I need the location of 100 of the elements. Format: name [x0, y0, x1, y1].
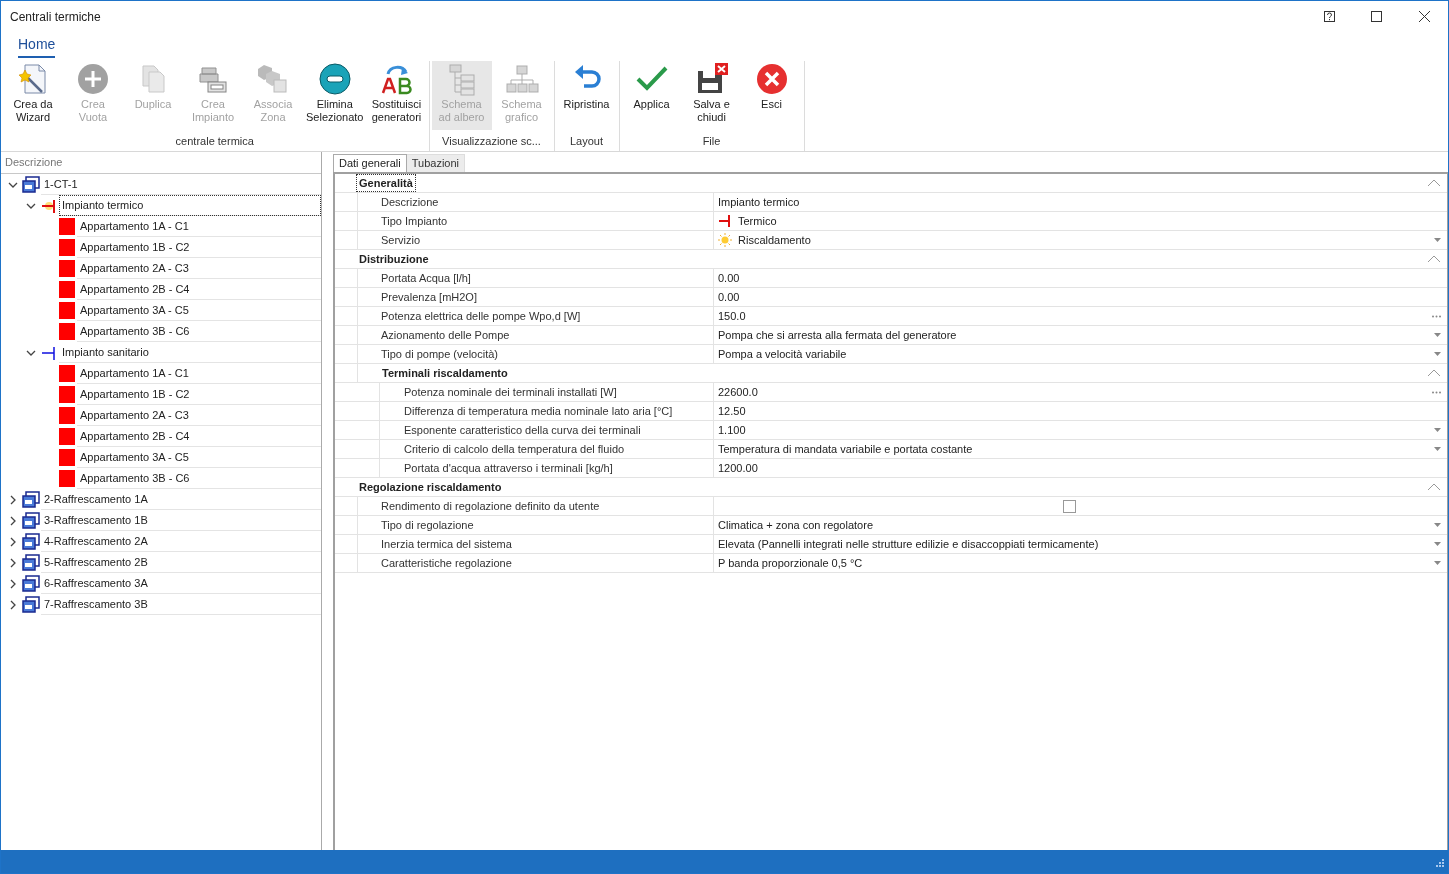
property-value[interactable]: 0.00	[718, 269, 1441, 287]
tree-item[interactable]: 1-CT-1	[41, 174, 321, 195]
expand-chevron-icon[interactable]	[8, 557, 18, 568]
tree-item[interactable]: Appartamento 3A - C5	[77, 300, 321, 321]
property-label: Descrizione	[357, 193, 714, 211]
dropdown-arrow-icon[interactable]	[1434, 428, 1441, 432]
building-block-icon	[22, 596, 40, 613]
property-label: Azionamento delle Pompe	[357, 326, 714, 344]
help-icon[interactable]	[1324, 11, 1335, 22]
property-label: Portata Acqua [l/h]	[357, 269, 714, 287]
property-label: Potenza nominale dei terminali installati [W]	[379, 383, 714, 401]
ribbon-button[interactable]: Sostituisci generatori	[366, 61, 427, 130]
ribbon-button[interactable]: Salva e chiudi	[681, 61, 742, 130]
section-header[interactable]: Distribuzione	[357, 250, 431, 268]
expand-chevron-icon[interactable]	[8, 578, 18, 589]
ribbon-group-label: File	[701, 134, 722, 149]
property-value[interactable]: 0.00	[718, 288, 1441, 306]
property-value[interactable]: Termico	[738, 212, 1441, 230]
tree-item[interactable]: 6-Raffrescamento 3A	[41, 573, 321, 594]
zone-square-icon	[59, 260, 75, 277]
property-label: Potenza elettrica delle pompe Wpo,d [W]	[357, 307, 714, 325]
ribbon-group-label: centrale termica	[174, 134, 255, 149]
checkbox[interactable]	[1063, 499, 1076, 513]
tree-item[interactable]: 5-Raffrescamento 2B	[41, 552, 321, 573]
expand-chevron-icon[interactable]	[8, 599, 18, 610]
tree-item[interactable]: 7-Raffrescamento 3B	[41, 594, 321, 615]
tree-item[interactable]: Appartamento 3B - C6	[77, 321, 321, 342]
tree-item[interactable]: 2-Raffrescamento 1A	[41, 489, 321, 510]
property-value[interactable]: P banda proporzionale 0,5 °C	[718, 554, 1434, 572]
tree-item[interactable]: Appartamento 1B - C2	[77, 384, 321, 405]
tree-item[interactable]: Appartamento 3B - C6	[77, 468, 321, 489]
ribbon-button[interactable]: Applica	[621, 61, 682, 130]
subsection-header[interactable]: Terminali riscaldamento	[357, 364, 508, 382]
close-icon[interactable]	[1419, 11, 1430, 22]
tree-item[interactable]: Appartamento 2B - C4	[77, 279, 321, 300]
zone-square-icon	[59, 449, 75, 466]
tree-item[interactable]: 3-Raffrescamento 1B	[41, 510, 321, 531]
plus-circle-icon	[76, 62, 110, 96]
ribbon-button[interactable]: Crea da Wizard	[3, 61, 63, 130]
tree-item[interactable]: Appartamento 3A - C5	[77, 447, 321, 468]
expand-chevron-icon[interactable]	[8, 494, 18, 505]
dropdown-arrow-icon[interactable]	[1434, 352, 1441, 356]
hexagons-icon	[256, 62, 290, 96]
property-value[interactable]: 150.0	[718, 307, 1432, 325]
tree-item[interactable]: Appartamento 2B - C4	[77, 426, 321, 447]
tee-icon	[41, 344, 57, 361]
tree-item[interactable]: Impianto termico	[59, 195, 321, 216]
property-value[interactable]: Impianto termico	[718, 193, 1441, 211]
property-label: Portata d'acqua attraverso i terminali [kg/h]	[379, 459, 714, 477]
dropdown-arrow-icon[interactable]	[1434, 238, 1441, 242]
expand-chevron-icon[interactable]	[8, 536, 18, 547]
property-value[interactable]: 1200.00	[718, 459, 1441, 477]
heating-tee-icon	[41, 197, 57, 214]
property-label: Tipo Impianto	[357, 212, 714, 230]
zone-square-icon	[59, 407, 75, 424]
property-value[interactable]: Pompa a velocità variabile	[718, 345, 1434, 363]
property-label: Prevalenza [mH2O]	[357, 288, 714, 306]
property-label: Servizio	[357, 231, 714, 249]
tab[interactable]: Tubazioni	[406, 154, 466, 172]
building-block-icon	[22, 554, 40, 571]
tree-item[interactable]: Appartamento 1B - C2	[77, 237, 321, 258]
section-header[interactable]: Generalità	[357, 174, 415, 192]
ribbon-tab[interactable]: Home	[18, 34, 56, 58]
property-value[interactable]: Temperatura di mandata variabile e portata costante	[718, 440, 1434, 458]
property-label: Rendimento di regolazione definito da utente	[357, 497, 714, 515]
tree-item[interactable]: Appartamento 1A - C1	[77, 363, 321, 384]
column-header[interactable]: Descrizione	[1, 152, 321, 174]
expand-chevron-icon[interactable]	[8, 515, 18, 526]
tree-item[interactable]: Impianto sanitario	[59, 342, 321, 363]
property-label: Differenza di temperatura media nominale lato aria [°C]	[379, 402, 714, 420]
tree-item[interactable]: Appartamento 2A - C3	[77, 258, 321, 279]
ellipsis-icon[interactable]	[1432, 314, 1441, 318]
property-value[interactable]: Pompa che si arresta alla fermata del generatore	[718, 326, 1434, 344]
tree-item[interactable]: Appartamento 1A - C1	[77, 216, 321, 237]
resize-grip-icon[interactable]	[1434, 856, 1444, 867]
property-value[interactable]: 22600.0	[718, 383, 1432, 401]
ellipsis-icon[interactable]	[1432, 390, 1441, 394]
ribbon-button[interactable]: Elimina Selezionato	[303, 61, 367, 130]
property-value[interactable]: Climatica + zona con regolatore	[718, 516, 1434, 534]
dropdown-arrow-icon[interactable]	[1434, 523, 1441, 527]
building-block-icon	[22, 176, 40, 193]
property-value[interactable]: 12.50	[718, 402, 1441, 420]
maximize-icon[interactable]	[1371, 11, 1382, 22]
property-value[interactable]: 1.100	[718, 421, 1434, 439]
ribbon-button[interactable]: Esci	[741, 61, 802, 130]
dropdown-arrow-icon[interactable]	[1434, 447, 1441, 451]
org-chart-icon	[504, 62, 539, 96]
dropdown-arrow-icon[interactable]	[1434, 333, 1441, 337]
dropdown-arrow-icon[interactable]	[1434, 561, 1441, 565]
property-label: Esponente caratteristico della curva dei terminali	[379, 421, 714, 439]
property-value[interactable]: Riscaldamento	[738, 231, 1434, 249]
property-value[interactable]: Elevata (Pannelli integrati nelle strutture edilizie e disaccoppiati termicamente)	[718, 535, 1434, 553]
tee-icon	[718, 215, 732, 227]
tab[interactable]: Dati generali	[333, 154, 407, 172]
building-block-icon	[22, 491, 40, 508]
section-header[interactable]: Regolazione riscaldamento	[357, 478, 504, 496]
dropdown-arrow-icon[interactable]	[1434, 542, 1441, 546]
tree-item[interactable]: 4-Raffrescamento 2A	[41, 531, 321, 552]
ribbon-button[interactable]: Ripristina	[556, 61, 617, 130]
tree-item[interactable]: Appartamento 2A - C3	[77, 405, 321, 426]
